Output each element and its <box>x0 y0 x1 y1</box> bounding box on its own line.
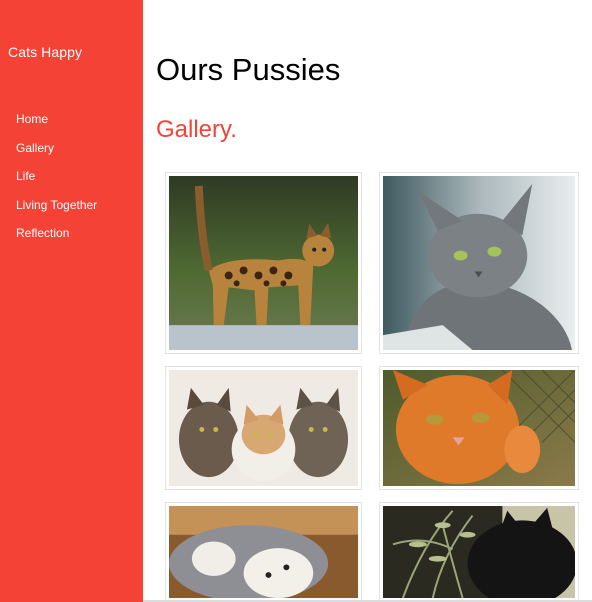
three-cats-image <box>169 370 358 486</box>
sidebar-item-reflection[interactable]: Reflection <box>16 226 97 255</box>
brand-name[interactable]: Cats Happy <box>8 44 82 60</box>
sidebar-item-living-together[interactable]: Living Together <box>16 198 97 227</box>
gray-cat-image <box>383 176 575 350</box>
black-cat-image <box>383 506 575 598</box>
main-content: Ours Pussies Gallery. <box>143 0 592 602</box>
bengal-cat-image <box>169 176 358 350</box>
sidebar-nav: Home Gallery Life Living Together Reflec… <box>16 112 97 255</box>
sidebar-item-home[interactable]: Home <box>16 112 97 141</box>
lying-cat-photo[interactable] <box>165 502 362 602</box>
black-cat-photo[interactable] <box>379 502 579 602</box>
gray-cat-photo[interactable] <box>379 172 579 354</box>
page-title: Ours Pussies <box>156 52 341 87</box>
orange-cat-photo[interactable] <box>379 366 579 490</box>
bengal-cat-photo[interactable] <box>165 172 362 354</box>
orange-cat-image <box>383 370 575 486</box>
sidebar-item-gallery[interactable]: Gallery <box>16 141 97 170</box>
three-cats-photo[interactable] <box>165 366 362 490</box>
sidebar: Cats Happy Home Gallery Life Living Toge… <box>0 0 143 602</box>
sidebar-item-life[interactable]: Life <box>16 169 97 198</box>
section-title: Gallery. <box>156 116 237 143</box>
lying-cat-image <box>169 506 358 598</box>
